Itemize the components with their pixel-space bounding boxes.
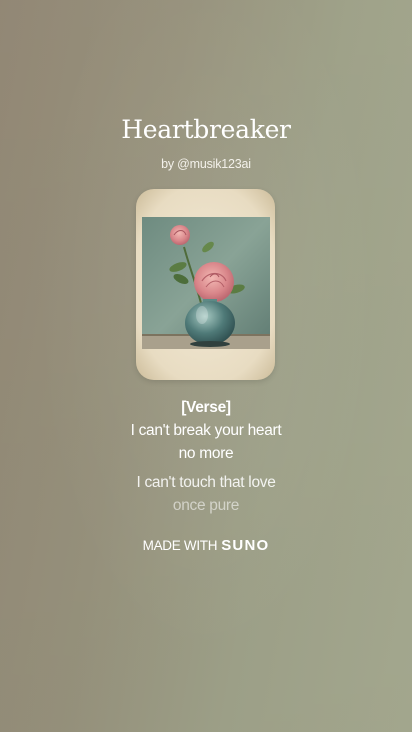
made-with-suno-link[interactable]: MADE WITH SUNO <box>0 537 412 554</box>
lyric-line: I can't touch that love <box>136 474 276 491</box>
made-with-label: MADE WITH <box>142 538 218 553</box>
lyric-line: once pure <box>172 497 240 514</box>
lyrics-section-label: [Verse] <box>181 399 231 416</box>
lyrics-panel: [Verse] I can't break your heart no more… <box>0 396 412 517</box>
artist-handle[interactable]: by @musik123ai <box>0 157 412 171</box>
rose-vase-image <box>136 189 275 380</box>
album-cover[interactable] <box>136 189 275 380</box>
song-title: Heartbreaker <box>121 115 291 144</box>
lyric-line: I can't break your heart <box>130 422 282 439</box>
lyric-line: no more <box>178 445 234 462</box>
suno-logo: SUNO <box>221 537 270 554</box>
